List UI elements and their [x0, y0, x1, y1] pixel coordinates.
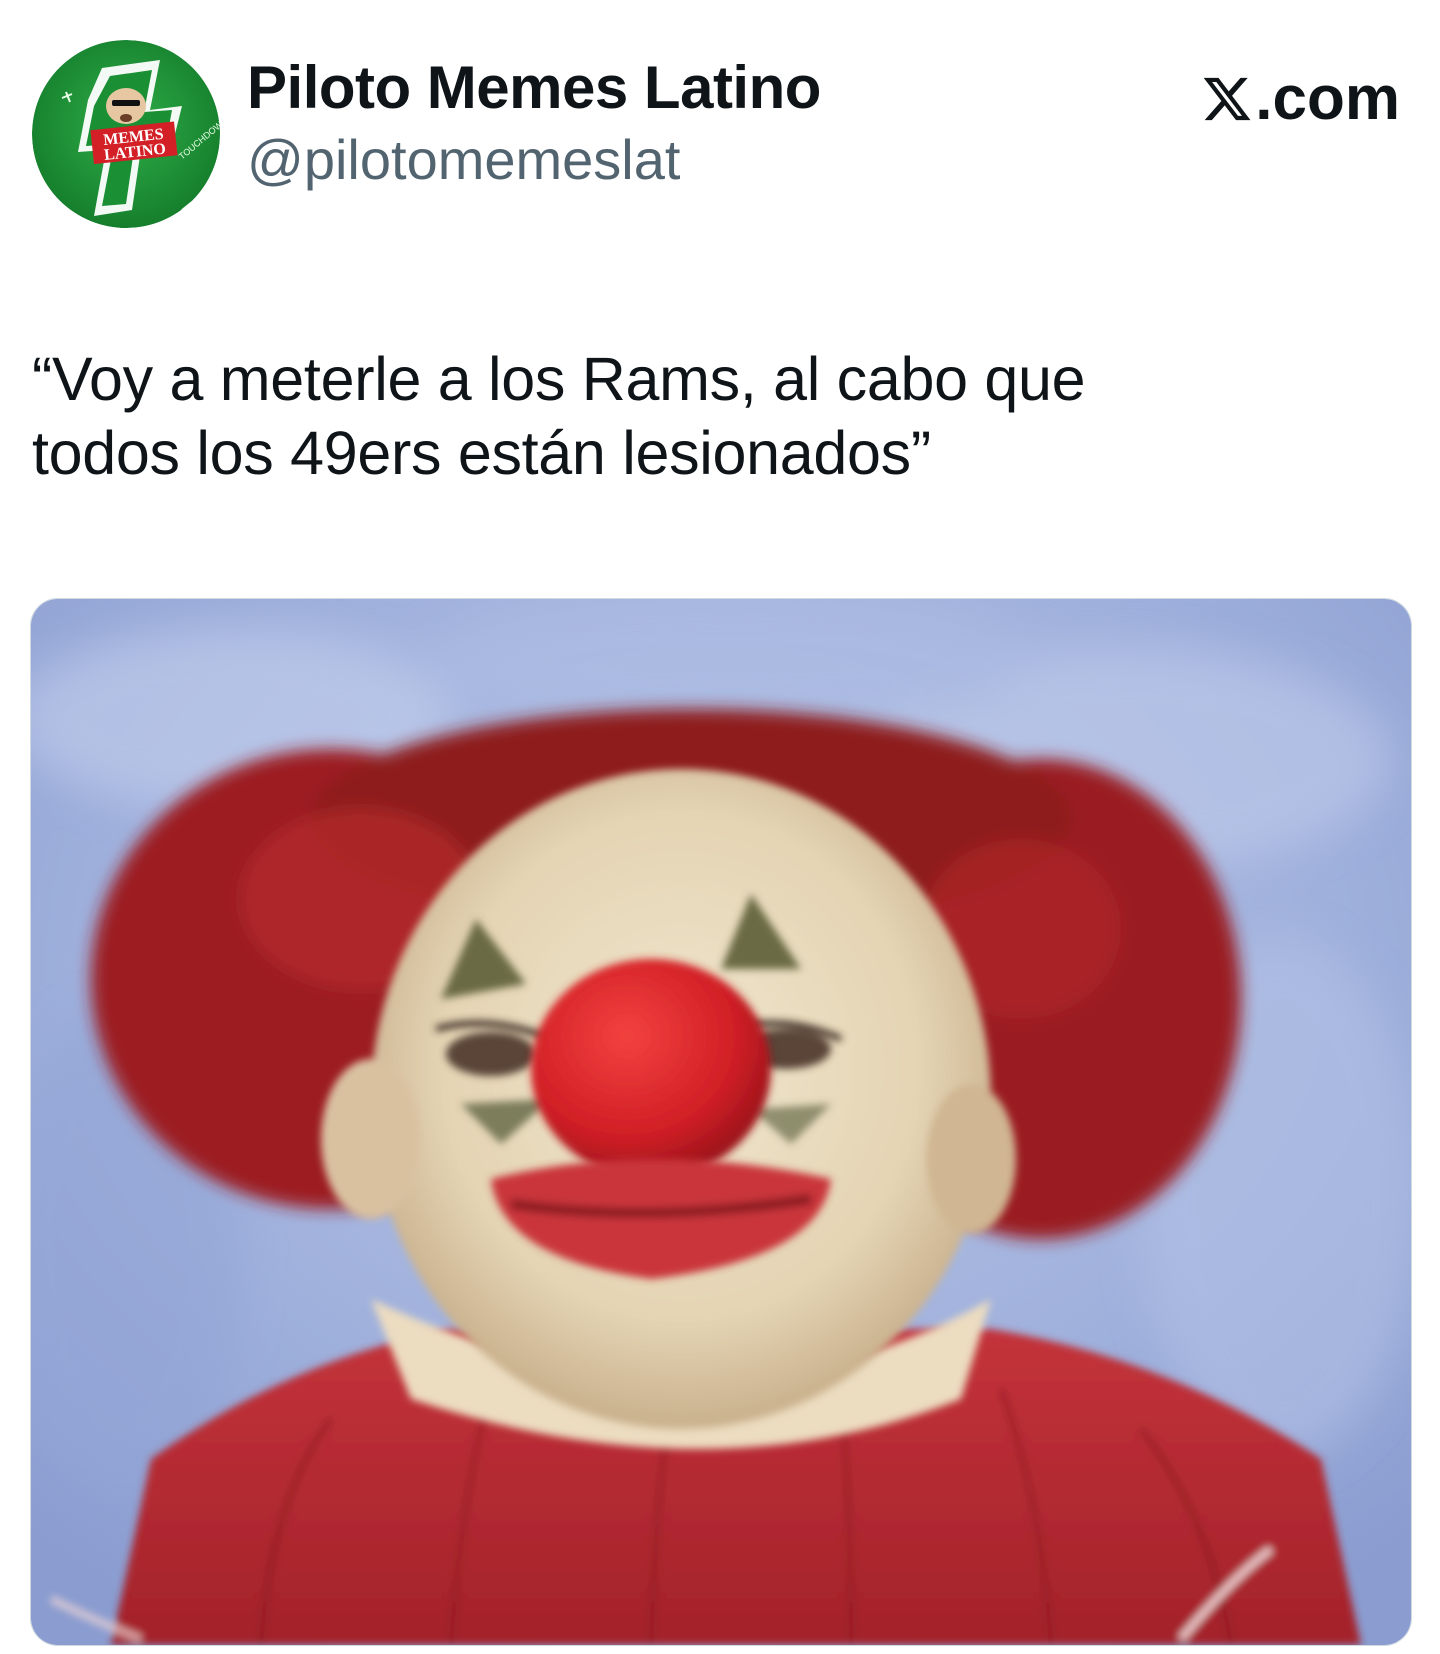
author-handle[interactable]: @pilotomemeslat: [247, 132, 821, 188]
tweet-text-line: todos los 49ers están lesionados”: [32, 419, 931, 487]
author-names: Piloto Memes Latino @pilotomemeslat: [247, 58, 821, 188]
tweet-header: MEMES LATINO TOUCHDOWN Piloto Memes Lati…: [32, 40, 1408, 230]
tweet-text-line: “Voy a meterle a los Rams, al cabo que: [32, 345, 1086, 413]
x-logo-icon: [1203, 77, 1251, 121]
brand-suffix: .com: [1255, 64, 1400, 133]
author-display-name[interactable]: Piloto Memes Latino: [247, 58, 821, 118]
tweet-media-image[interactable]: [30, 598, 1412, 1646]
clown-image: [31, 599, 1411, 1645]
tweet-text: “Voy a meterle a los Rams, al cabo que t…: [32, 342, 1372, 490]
avatar-logo-icon: MEMES LATINO TOUCHDOWN: [32, 40, 220, 228]
avatar[interactable]: MEMES LATINO TOUCHDOWN: [32, 40, 220, 228]
x-com-link[interactable]: .com: [1201, 68, 1400, 130]
